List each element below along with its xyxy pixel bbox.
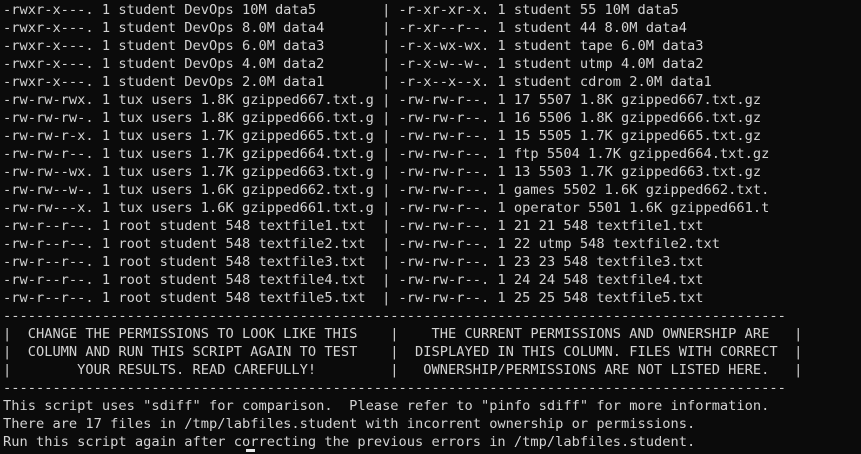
terminal-line: -rw-r--r--. 1 root student 548 textfile5… [3, 290, 704, 306]
terminal-line: -rw-rw-rwx. 1 tux users 1.8K gzipped667.… [3, 92, 762, 108]
terminal-window[interactable]: -rwxr-x---. 1 student DevOps 10M data5 |… [0, 0, 861, 454]
terminal-line: -rw-rw--wx. 1 tux users 1.7K gzipped663.… [3, 164, 762, 180]
instruction-line: | COLUMN AND RUN THIS SCRIPT AGAIN TO TE… [3, 344, 803, 360]
terminal-line: -rwxr-x---. 1 student DevOps 4.0M data2 … [3, 56, 704, 72]
separator-line: ----------------------------------------… [3, 380, 786, 396]
info-line: This script uses "sdiff" for comparison.… [3, 398, 770, 414]
info-line: Run this script again after correcting t… [3, 434, 696, 450]
instruction-line: | YOUR RESULTS. READ CAREFULLY! | OWNERS… [3, 362, 803, 378]
terminal-line: -rw-rw-r-x. 1 tux users 1.7K gzipped665.… [3, 128, 762, 144]
separator-line: ----------------------------------------… [3, 308, 786, 324]
terminal-line: -rw-rw---x. 1 tux users 1.6K gzipped661.… [3, 200, 770, 216]
terminal-line: -rwxr-x---. 1 student DevOps 8.0M data4 … [3, 20, 687, 36]
terminal-line: -rw-r--r--. 1 root student 548 textfile1… [3, 218, 704, 234]
text-cursor [246, 449, 255, 452]
terminal-line: -rw-rw-r--. 1 tux users 1.7K gzipped664.… [3, 146, 770, 162]
terminal-line: -rwxr-x---. 1 student DevOps 10M data5 |… [3, 2, 679, 18]
terminal-line: -rw-r--r--. 1 root student 548 textfile4… [3, 272, 704, 288]
info-line: There are 17 files in /tmp/labfiles.stud… [3, 416, 696, 432]
instruction-line: | CHANGE THE PERMISSIONS TO LOOK LIKE TH… [3, 326, 803, 342]
terminal-line: -rw-r--r--. 1 root student 548 textfile2… [3, 236, 720, 252]
terminal-line: -rwxr-x---. 1 student DevOps 6.0M data3 … [3, 38, 704, 54]
terminal-line: -rw-rw--w-. 1 tux users 1.6K gzipped662.… [3, 182, 770, 198]
terminal-line: -rw-r--r--. 1 root student 548 textfile3… [3, 254, 704, 270]
terminal-line: -rwxr-x---. 1 student DevOps 2.0M data1 … [3, 74, 712, 90]
terminal-line: -rw-rw-rw-. 1 tux users 1.8K gzipped666.… [3, 110, 762, 126]
